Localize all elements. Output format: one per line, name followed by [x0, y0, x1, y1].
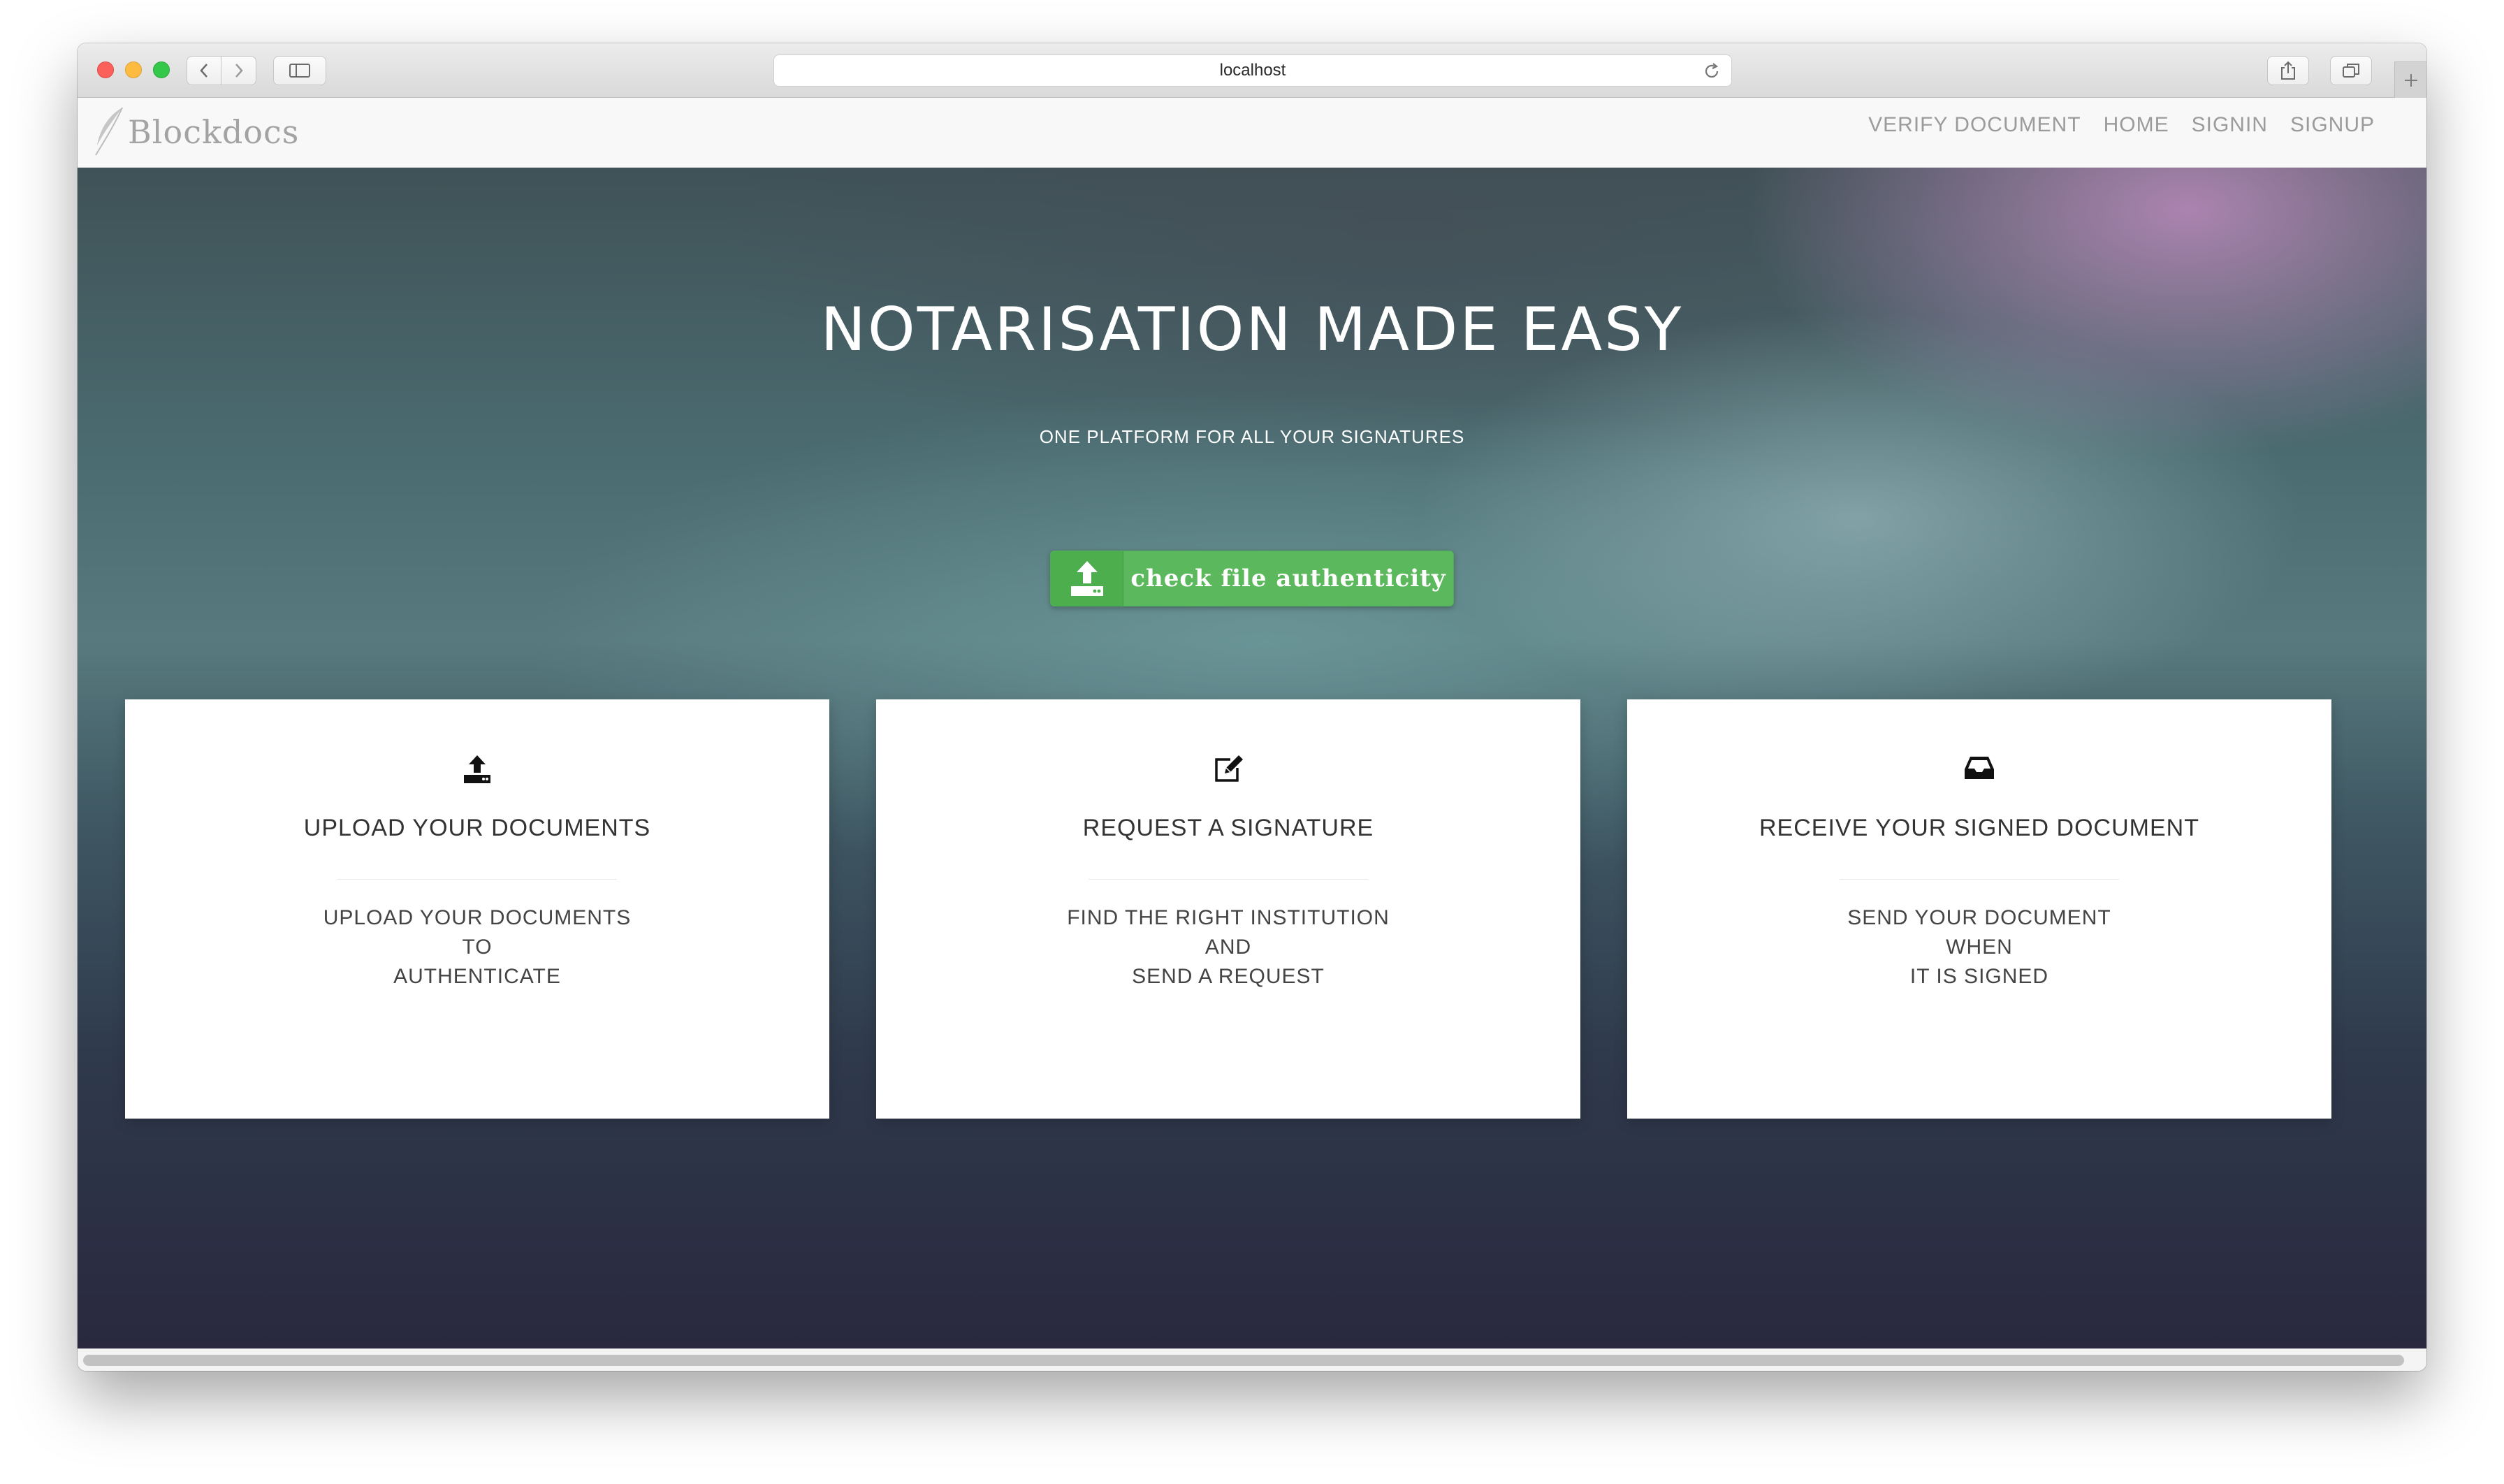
feature-card-receive-document: RECEIVE YOUR SIGNED DOCUMENT SEND YOUR D…	[1627, 699, 2331, 1119]
card-description-line: WHEN	[1946, 936, 2013, 959]
feather-icon	[95, 107, 123, 156]
card-description-line: SEND YOUR DOCUMENT	[1847, 906, 2111, 929]
card-description: FIND THE RIGHT INSTITUTION AND SEND A RE…	[876, 903, 1580, 991]
minimize-window-button[interactable]	[125, 61, 142, 78]
feature-card-request-signature: REQUEST A SIGNATURE FIND THE RIGHT INSTI…	[876, 699, 1580, 1119]
chevron-right-icon	[235, 64, 243, 78]
hero-section: NOTARISATION MADE EASY ONE PLATFORM FOR …	[78, 168, 2426, 1348]
close-window-button[interactable]	[97, 61, 114, 78]
nav-link-home[interactable]: HOME	[2104, 113, 2169, 137]
card-description-line: AND	[1204, 936, 1252, 959]
feature-card-upload: UPLOAD YOUR DOCUMENTS UPLOAD YOUR DOCUME…	[125, 699, 829, 1119]
chevron-left-icon	[200, 64, 208, 78]
sidebar-icon	[289, 64, 310, 78]
card-description-line: FIND THE RIGHT INSTITUTION	[1067, 906, 1390, 929]
brand-logo[interactable]: Blockdocs	[90, 106, 299, 158]
sidebar-toggle-button[interactable]	[273, 56, 326, 85]
feature-cards: UPLOAD YOUR DOCUMENTS UPLOAD YOUR DOCUME…	[125, 699, 2379, 1119]
reload-icon[interactable]	[1702, 61, 1722, 81]
hero-subtitle: ONE PLATFORM FOR ALL YOUR SIGNATURES	[1039, 426, 1465, 447]
upload-icon	[1051, 551, 1123, 606]
horizontal-scrollbar[interactable]	[78, 1348, 2426, 1371]
card-description: UPLOAD YOUR DOCUMENTS TO AUTHENTICATE	[125, 903, 829, 991]
share-button[interactable]	[2267, 56, 2309, 85]
check-file-authenticity-button[interactable]: check file authenticity	[1050, 551, 1454, 606]
scrollbar-thumb[interactable]	[83, 1355, 2404, 1366]
divider	[337, 879, 617, 880]
nav-link-signup[interactable]: SIGNUP	[2290, 113, 2375, 137]
brand-name: Blockdocs	[128, 113, 300, 151]
hero-title: NOTARISATION MADE EASY	[820, 295, 1684, 365]
divider	[1089, 879, 1368, 880]
page-viewport: Blockdocs VERIFY DOCUMENT HOME SIGNIN SI…	[78, 98, 2426, 1371]
card-description: SEND YOUR DOCUMENT WHEN IT IS SIGNED	[1627, 903, 2331, 991]
edit-icon	[1215, 755, 1243, 782]
upload-icon	[464, 755, 490, 783]
nav-link-verify-document[interactable]: VERIFY DOCUMENT	[1868, 113, 2081, 137]
check-file-authenticity-label: check file authenticity	[1130, 565, 1446, 592]
card-title: REQUEST A SIGNATURE	[1082, 815, 1374, 841]
forward-button[interactable]	[221, 56, 256, 85]
tabs-overview-icon	[2343, 64, 2359, 78]
card-description-line: AUTHENTICATE	[393, 965, 561, 988]
inbox-icon	[1965, 757, 1994, 779]
nav-link-signin[interactable]: SIGNIN	[2192, 113, 2268, 137]
url-text: localhost	[1219, 61, 1286, 80]
new-tab-button[interactable]	[2394, 61, 2426, 98]
divider	[1840, 879, 2119, 880]
card-description-line: TO	[462, 936, 493, 959]
card-title: RECEIVE YOUR SIGNED DOCUMENT	[1759, 815, 2199, 841]
nav-links: VERIFY DOCUMENT HOME SIGNIN SIGNUP	[1868, 113, 2375, 137]
tab-overview-button[interactable]	[2330, 56, 2372, 85]
card-description-line: SEND A REQUEST	[1132, 965, 1325, 988]
address-bar[interactable]: localhost	[773, 54, 1732, 87]
browser-window: localhost Blockdocs VERIFY DOCUMENT HOME…	[78, 43, 2426, 1371]
back-button[interactable]	[187, 56, 221, 85]
plus-icon	[2404, 73, 2417, 87]
share-icon	[2281, 61, 2295, 80]
card-description-line: IT IS SIGNED	[1909, 965, 2049, 988]
card-description-line: UPLOAD YOUR DOCUMENTS	[323, 906, 632, 929]
card-title: UPLOAD YOUR DOCUMENTS	[303, 815, 651, 841]
browser-toolbar: localhost	[78, 43, 2426, 98]
site-navbar: Blockdocs VERIFY DOCUMENT HOME SIGNIN SI…	[78, 98, 2426, 168]
maximize-window-button[interactable]	[153, 61, 170, 78]
